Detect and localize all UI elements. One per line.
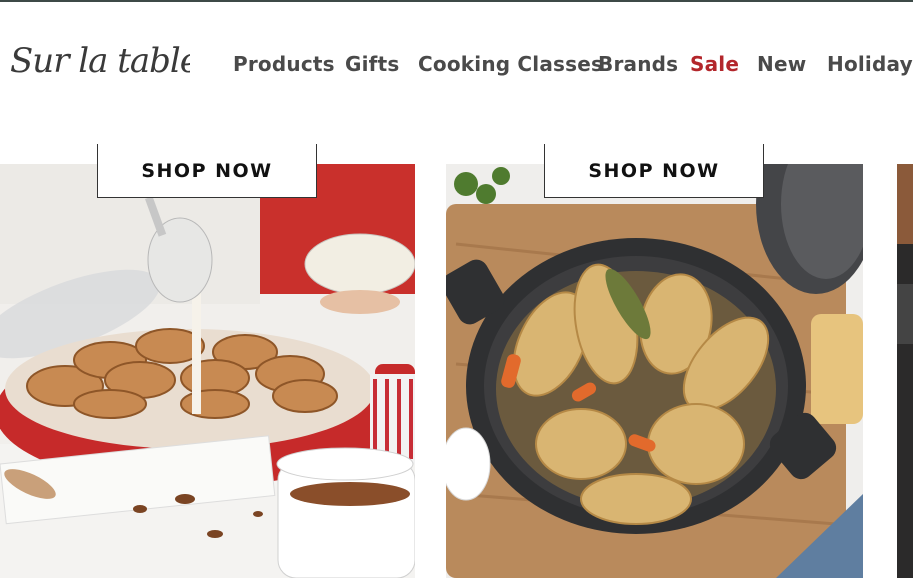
top-border	[0, 0, 913, 2]
promo-card-partial[interactable]	[897, 164, 913, 578]
chicken-cocotte-image	[446, 164, 863, 578]
nav-item-cooking-classes[interactable]: Cooking Classes	[418, 52, 603, 76]
nav-item-sale[interactable]: Sale	[690, 52, 739, 76]
nav-item-brands[interactable]: Brands	[598, 52, 678, 76]
partial-product-image	[897, 164, 913, 578]
nav-item-gifts[interactable]: Gifts	[345, 52, 399, 76]
site-logo[interactable]: Sur la table	[10, 34, 190, 82]
promo-card-cinnamon-rolls[interactable]	[0, 164, 415, 578]
promo-card-chicken-cocotte[interactable]	[446, 164, 863, 578]
nav-item-new[interactable]: New	[757, 52, 806, 76]
shop-now-button-1[interactable]: SHOP NOW	[97, 144, 317, 198]
shop-now-button-2[interactable]: SHOP NOW	[544, 144, 764, 198]
svg-text:Sur la table: Sur la table	[10, 41, 190, 81]
cinnamon-rolls-image	[0, 164, 415, 578]
nav-item-holidays[interactable]: Holidays	[827, 52, 913, 76]
nav-item-products[interactable]: Products	[233, 52, 335, 76]
logo-wordmark: Sur la table	[10, 41, 190, 81]
